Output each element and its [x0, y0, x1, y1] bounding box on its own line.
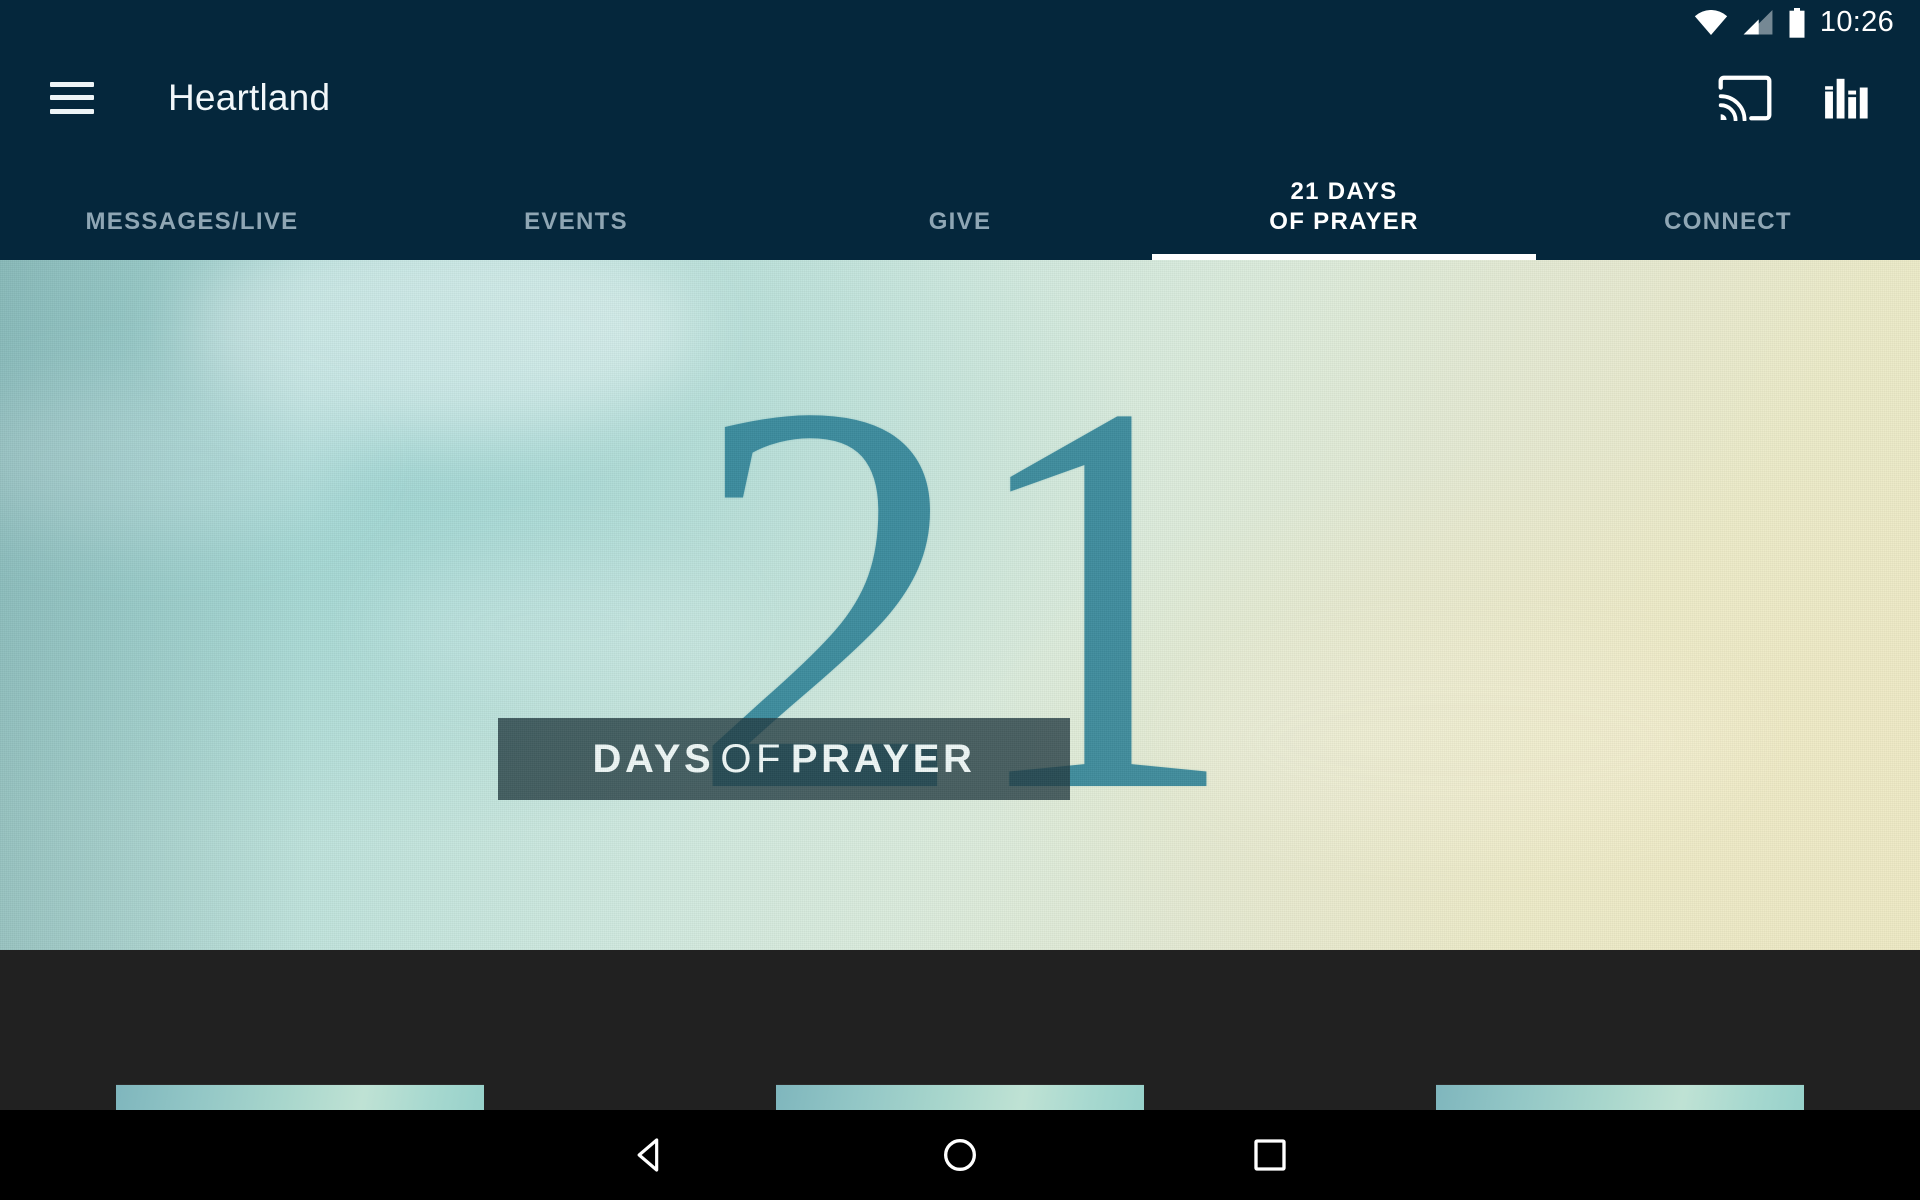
tab-messages-live[interactable]: MESSAGES/LIVE: [0, 150, 384, 260]
tab-give[interactable]: GIVE: [768, 150, 1152, 260]
hero-word-days: DAYS: [592, 736, 715, 781]
cast-icon[interactable]: [1718, 75, 1772, 121]
back-triangle-icon[interactable]: [615, 1120, 685, 1190]
app-screen: 10:26 Heartland MESSAGES/LIVE EVENTS GIV…: [0, 0, 1920, 1200]
tab-label: MESSAGES/LIVE: [85, 208, 299, 236]
hero-word-prayer: PRAYER: [790, 736, 976, 781]
system-navigation-bar: [0, 1110, 1920, 1200]
recents-square-icon[interactable]: [1235, 1120, 1305, 1190]
app-title: Heartland: [168, 76, 331, 118]
app-bar-actions: [1718, 75, 1872, 121]
tab-label: EVENTS: [524, 208, 628, 236]
hero-title-text: DAYS OF PRAYER: [592, 737, 975, 782]
battery-icon: [1788, 7, 1806, 38]
hero-title-band: DAYS OF PRAYER: [498, 718, 1070, 800]
tab-label: CONNECT: [1664, 208, 1792, 236]
equalizer-icon[interactable]: [1824, 75, 1872, 121]
tab-21-days-of-prayer[interactable]: 21 DAYS OF PRAYER: [1152, 150, 1536, 260]
content-area: [0, 950, 1920, 1200]
tab-connect[interactable]: CONNECT: [1536, 150, 1920, 260]
hero-numeral-21: 21: [0, 260, 1920, 950]
tab-label: 21 DAYS OF PRAYER: [1269, 177, 1419, 236]
status-bar: 10:26: [0, 0, 1920, 45]
home-circle-icon[interactable]: [925, 1120, 995, 1190]
hero-word-of: OF: [720, 736, 785, 781]
status-bar-clock: 10:26: [1819, 6, 1894, 38]
hero-banner[interactable]: 21 DAYS OF PRAYER: [0, 260, 1920, 950]
tab-events[interactable]: EVENTS: [384, 150, 768, 260]
hamburger-menu-icon[interactable]: [50, 81, 94, 114]
tab-label: GIVE: [928, 208, 992, 236]
cellular-signal-icon: [1742, 9, 1774, 36]
wifi-icon: [1694, 9, 1728, 36]
tab-bar: MESSAGES/LIVE EVENTS GIVE 21 DAYS OF PRA…: [0, 150, 1920, 260]
app-bar: Heartland: [0, 45, 1920, 150]
